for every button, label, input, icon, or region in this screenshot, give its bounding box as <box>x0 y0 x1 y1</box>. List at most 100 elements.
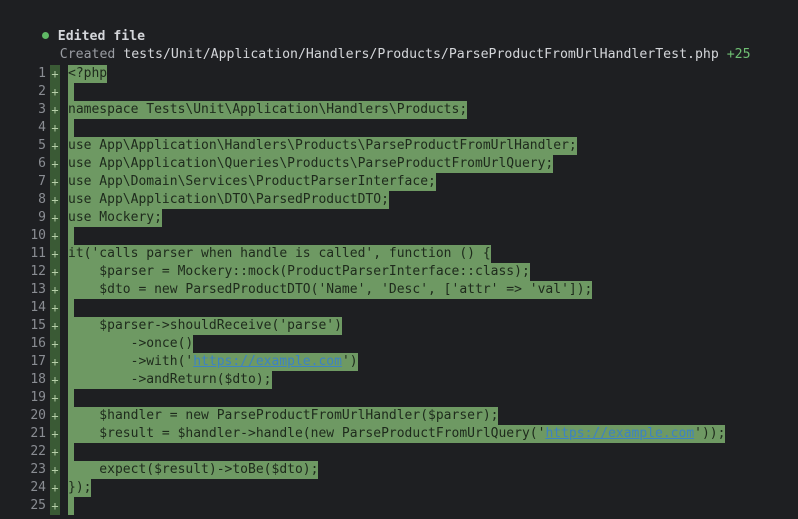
code-text <box>68 119 74 137</box>
line-number: 11 <box>30 246 46 261</box>
diff-line: 10 + <box>0 227 798 245</box>
code-text: $parser = Mockery::mock(ProductParserInt… <box>68 263 530 281</box>
line-number: 8 <box>38 192 46 207</box>
code-text <box>68 443 74 461</box>
line-number: 2 <box>38 84 46 99</box>
line-number: 24 <box>30 480 46 495</box>
code-text: use Mockery; <box>68 209 162 227</box>
added-marker: + <box>50 155 60 173</box>
diff-line: 8 + use App\Application\DTO\ParsedProductD… <box>0 191 798 209</box>
code-text: expect($result)->toBe($dto); <box>68 461 319 479</box>
diff-line: 15 + $parser->shouldReceive('parse') <box>0 317 798 335</box>
code-text: $handler = new ParseProductFromUrlHandle… <box>68 407 499 425</box>
added-marker: + <box>50 191 60 209</box>
line-number: 1 <box>38 66 46 81</box>
status-dot-icon <box>41 32 49 39</box>
line-number: 6 <box>38 156 46 171</box>
code-text: it('calls parser when handle is called',… <box>68 245 491 263</box>
added-marker: + <box>50 497 60 515</box>
line-number: 15 <box>30 318 46 333</box>
diff-line: 17 + ->with('https://example.com') <box>0 353 798 371</box>
added-marker: + <box>50 209 60 227</box>
diff-line: 9 + use Mockery; <box>0 209 798 227</box>
line-number: 10 <box>30 228 46 243</box>
diff-line: 18 + ->andReturn($dto); <box>0 371 798 389</box>
edit-verb: Created <box>59 47 116 62</box>
code-text <box>68 227 74 245</box>
code-text-segment: ')); <box>694 426 726 441</box>
code-text: use App\Application\Queries\Products\Par… <box>68 155 554 173</box>
added-marker: + <box>50 443 60 461</box>
diff-line: 20 + $handler = new ParseProductFromUrlHa… <box>0 407 798 425</box>
diff-line: 2 + <box>0 83 798 101</box>
diff-line: 11 + it('calls parser when handle is calle… <box>0 245 798 263</box>
added-marker: + <box>50 299 60 317</box>
code-text-segment: ') <box>341 354 358 369</box>
line-number: 16 <box>30 336 46 351</box>
added-marker: + <box>50 65 60 83</box>
diff-line: 7 + use App\Domain\Services\ProductParserI… <box>0 173 798 191</box>
added-lines-count: +25 <box>726 47 751 62</box>
added-marker: + <box>50 425 60 443</box>
line-number: 13 <box>30 282 46 297</box>
code-text: use App\Application\DTO\ParsedProductDTO… <box>68 191 389 209</box>
code-text <box>68 497 74 515</box>
code-text: use App\Domain\Services\ProductParserInt… <box>68 173 436 191</box>
added-marker: + <box>50 335 60 353</box>
diff-line: 21 + $result = $handler->handle(new Parse… <box>0 425 798 443</box>
code-text: $dto = new ParsedProductDTO('Name', 'Des… <box>68 281 593 299</box>
diff-line: 4 + <box>0 119 798 137</box>
diff-line: 12 + $parser = Mockery::mock(ProductParse… <box>0 263 798 281</box>
code-text <box>68 83 74 101</box>
added-marker: + <box>50 461 60 479</box>
added-marker: + <box>50 101 60 119</box>
diff-view: 1 + <?php 2 +3 + namespace Tests\Unit\Applicat… <box>0 65 798 515</box>
file-path[interactable]: tests/Unit/Application/Handlers/Products… <box>123 47 718 62</box>
line-number: 17 <box>30 354 46 369</box>
line-number: 25 <box>30 498 46 513</box>
added-marker: + <box>50 119 60 137</box>
code-text: <?php <box>68 65 108 83</box>
diff-line: 13 + $dto = new ParsedProductDTO('Name', … <box>0 281 798 299</box>
line-number: 18 <box>30 372 46 387</box>
line-number: 23 <box>30 462 46 477</box>
added-marker: + <box>50 263 60 281</box>
code-text: namespace Tests\Unit\Application\Handler… <box>68 101 468 119</box>
diff-line: 3 + namespace Tests\Unit\Application\Handl… <box>0 101 798 119</box>
added-marker: + <box>50 317 60 335</box>
diff-line: 22 + <box>0 443 798 461</box>
line-number: 14 <box>30 300 46 315</box>
line-number: 9 <box>38 210 46 225</box>
code-text: ->once() <box>68 335 194 353</box>
diff-line: 5 + use App\Application\Handlers\Products\… <box>0 137 798 155</box>
url-link[interactable]: https://example.com <box>193 354 342 369</box>
code-text: $result = $handler->handle(new ParseProd… <box>68 425 726 443</box>
added-marker: + <box>50 227 60 245</box>
diff-line: 24 +}); <box>0 479 798 497</box>
diff-line: 16 + ->once() <box>0 335 798 353</box>
line-number: 21 <box>30 426 46 441</box>
line-number: 19 <box>30 390 46 405</box>
diff-line: 19 + <box>0 389 798 407</box>
added-marker: + <box>50 173 60 191</box>
edit-title: Edited file <box>57 29 146 44</box>
code-text <box>68 389 74 407</box>
line-number: 3 <box>38 102 46 117</box>
url-link[interactable]: https://example.com <box>545 426 694 441</box>
diff-line: 1 + <?php <box>0 65 798 83</box>
line-number: 4 <box>38 120 46 135</box>
added-marker: + <box>50 389 60 407</box>
added-marker: + <box>50 371 60 389</box>
added-marker: + <box>50 479 60 497</box>
added-marker: + <box>50 353 60 371</box>
added-marker: + <box>50 137 60 155</box>
edit-title-row: Edited file <box>10 10 790 44</box>
added-marker: + <box>50 407 60 425</box>
edit-summary: Edited file Created tests/Unit/Applicati… <box>10 10 790 62</box>
line-number: 22 <box>30 444 46 459</box>
code-text: ->andReturn($dto); <box>68 371 272 389</box>
diff-line: 25 + <box>0 497 798 515</box>
code-text: $parser->shouldReceive('parse') <box>68 317 342 335</box>
code-text: }); <box>68 479 92 497</box>
code-text-segment: $result = $handler->handle(new ParseProd… <box>68 426 546 441</box>
